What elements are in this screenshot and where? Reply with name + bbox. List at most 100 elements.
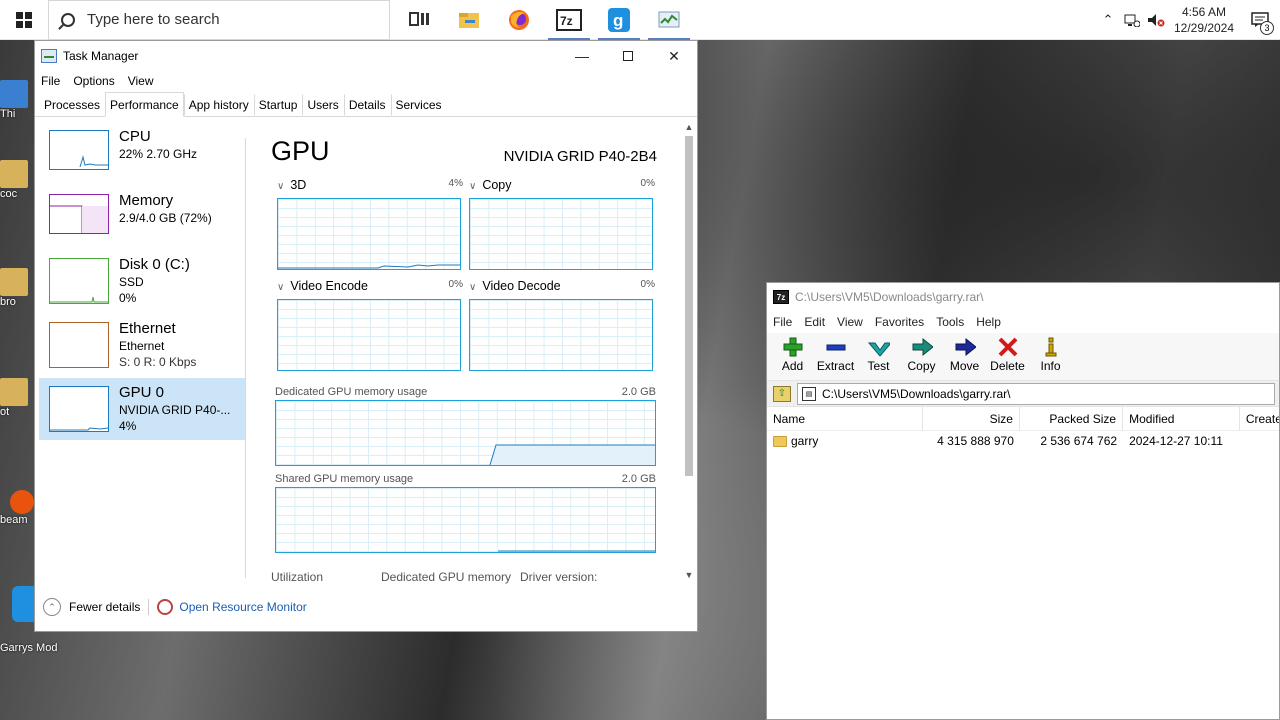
menu-options[interactable]: Options xyxy=(73,74,114,88)
desktop-icon[interactable]: coc xyxy=(0,160,34,200)
test-button[interactable]: Test xyxy=(857,333,900,373)
task-manager-icon xyxy=(658,11,680,27)
menu-view[interactable]: View xyxy=(128,74,154,88)
column-header-packed-size[interactable]: Packed Size xyxy=(1020,406,1124,431)
close-icon: ✕ xyxy=(668,47,680,64)
plus-icon xyxy=(782,337,804,357)
firefox-button[interactable] xyxy=(494,0,544,40)
search-box[interactable]: Type here to search xyxy=(48,0,390,40)
delete-button[interactable]: Delete xyxy=(986,333,1029,373)
network-icon[interactable] xyxy=(1120,0,1144,40)
engine-selector[interactable]: 3D xyxy=(277,178,306,194)
address-field[interactable]: ▤ C:\Users\VM5\Downloads\garry.rar\ xyxy=(797,382,1275,405)
engine-selector[interactable]: Video Encode xyxy=(277,279,368,295)
sidebar-item-ethernet[interactable]: Ethernet Ethernet S: 0 R: 0 Kbps xyxy=(39,314,245,376)
tab-processes[interactable]: Processes xyxy=(39,94,105,116)
gpu-detail-pane: GPU NVIDIA GRID P40-2B4 3D 4% Copy 0% xyxy=(267,118,657,588)
chevron-up-icon[interactable]: ⌃ xyxy=(43,598,61,616)
column-header-size[interactable]: Size xyxy=(923,406,1020,431)
7zip-icon: 7z xyxy=(556,8,582,31)
footer-separator xyxy=(148,599,150,615)
engine-video-decode-chart xyxy=(469,299,653,371)
move-button[interactable]: Move xyxy=(943,333,986,373)
menu-file[interactable]: File xyxy=(773,315,792,329)
menu-help[interactable]: Help xyxy=(976,315,1001,329)
7zip-window: 7z C:\Users\VM5\Downloads\garry.rar\ Fil… xyxy=(766,282,1280,720)
sidebar-item-detail: NVIDIA GRID P40-... xyxy=(119,403,231,417)
pane-divider[interactable] xyxy=(245,138,246,578)
menu-edit[interactable]: Edit xyxy=(804,315,825,329)
windows-logo-icon xyxy=(16,11,32,28)
scroll-up-icon[interactable]: ▲ xyxy=(683,122,695,134)
toolbar-label: Move xyxy=(949,359,980,373)
tab-users[interactable]: Users xyxy=(302,94,343,116)
extract-button[interactable]: Extract xyxy=(814,333,857,373)
column-header-modified[interactable]: Modified xyxy=(1123,406,1240,431)
task-view-button[interactable] xyxy=(394,0,444,40)
file-explorer-button[interactable] xyxy=(444,0,494,40)
menu-view[interactable]: View xyxy=(837,315,863,329)
garrys-mod-taskbar-button[interactable]: g xyxy=(594,0,644,40)
title-bar[interactable]: 7z C:\Users\VM5\Downloads\garry.rar\ xyxy=(767,283,1279,311)
chevron-up-icon[interactable]: ⌃ xyxy=(1096,0,1120,40)
engine-graph-video-decode: Video Decode 0% xyxy=(469,279,655,371)
7zip-taskbar-button[interactable]: 7z xyxy=(544,0,594,40)
engine-graph-3d: 3D 4% xyxy=(277,178,463,270)
vertical-scrollbar[interactable]: ▲ ▼ xyxy=(683,122,695,582)
folder-up-icon[interactable]: ⇧ xyxy=(773,385,791,402)
info-icon xyxy=(1040,337,1062,357)
fewer-details-button[interactable]: Fewer details xyxy=(69,600,140,614)
task-manager-taskbar-button[interactable] xyxy=(644,0,694,40)
table-row[interactable]: garry 4 315 888 970 2 536 674 762 2024-1… xyxy=(767,431,1279,451)
scrollbar-thumb[interactable] xyxy=(685,136,693,476)
tab-details[interactable]: Details xyxy=(343,94,391,116)
column-header-name[interactable]: Name xyxy=(767,406,923,431)
sidebar-item-throughput: S: 0 R: 0 Kbps xyxy=(119,355,197,369)
shared-memory-label: Shared GPU memory usage xyxy=(275,473,414,485)
add-button[interactable]: Add xyxy=(771,333,814,373)
notification-badge: 3 xyxy=(1260,20,1274,35)
tab-performance[interactable]: Performance xyxy=(105,92,184,117)
engine-selector[interactable]: Video Decode xyxy=(469,279,560,295)
system-tray: ⌃ 4:56 AM 12/29/2024 3 xyxy=(1096,0,1280,40)
sidebar-item-detail: SSD xyxy=(119,275,144,289)
sidebar-item-disk[interactable]: Disk 0 (C:) SSD 0% xyxy=(39,250,245,312)
volume-muted-icon[interactable] xyxy=(1144,0,1168,40)
scroll-down-icon[interactable]: ▼ xyxy=(683,570,695,582)
engine-graph-video-encode: Video Encode 0% xyxy=(277,279,463,371)
start-button[interactable] xyxy=(0,0,48,40)
sidebar-item-gpu[interactable]: GPU 0 NVIDIA GRID P40-... 4% xyxy=(39,378,245,440)
sidebar-item-cpu[interactable]: CPU 22% 2.70 GHz xyxy=(39,122,245,184)
cell-created xyxy=(1240,431,1279,451)
title-bar[interactable]: Task Manager — ✕ xyxy=(35,41,697,71)
7zip-icon: 7z xyxy=(773,290,789,304)
tab-startup[interactable]: Startup xyxy=(253,94,303,116)
column-header-created[interactable]: Created xyxy=(1240,407,1279,431)
open-resource-monitor-link[interactable]: Open Resource Monitor xyxy=(179,600,306,614)
menu-favorites[interactable]: Favorites xyxy=(875,315,924,329)
tab-app-history[interactable]: App history xyxy=(183,94,254,116)
copy-button[interactable]: Copy xyxy=(900,333,943,373)
gpu-thumbnail-graph xyxy=(49,386,109,432)
desktop-icon[interactable]: bro xyxy=(0,268,34,308)
dedicated-memory-graph: Dedicated GPU memory usage 2.0 GB xyxy=(275,386,656,466)
x-icon xyxy=(997,337,1019,357)
engine-selector[interactable]: Copy xyxy=(469,178,511,194)
action-center-button[interactable]: 3 xyxy=(1240,0,1280,40)
toolbar-label: Copy xyxy=(907,359,936,373)
close-button[interactable]: ✕ xyxy=(651,41,697,71)
sidebar-item-memory[interactable]: Memory 2.9/4.0 GB (72%) xyxy=(39,186,245,248)
garrys-mod-icon: g xyxy=(608,7,630,32)
minus-icon xyxy=(825,337,847,357)
tab-services[interactable]: Services xyxy=(390,94,447,116)
clock[interactable]: 4:56 AM 12/29/2024 xyxy=(1168,4,1240,36)
desktop-icon[interactable]: ot xyxy=(0,378,34,418)
info-button[interactable]: Info xyxy=(1029,333,1072,373)
menu-file[interactable]: File xyxy=(41,74,60,88)
desktop-icon[interactable]: Thi xyxy=(0,80,34,120)
menu-tools[interactable]: Tools xyxy=(936,315,964,329)
minimize-button[interactable]: — xyxy=(559,41,605,71)
ethernet-thumbnail-graph xyxy=(49,322,109,368)
maximize-button[interactable] xyxy=(605,41,651,71)
window-title: Task Manager xyxy=(63,49,139,63)
